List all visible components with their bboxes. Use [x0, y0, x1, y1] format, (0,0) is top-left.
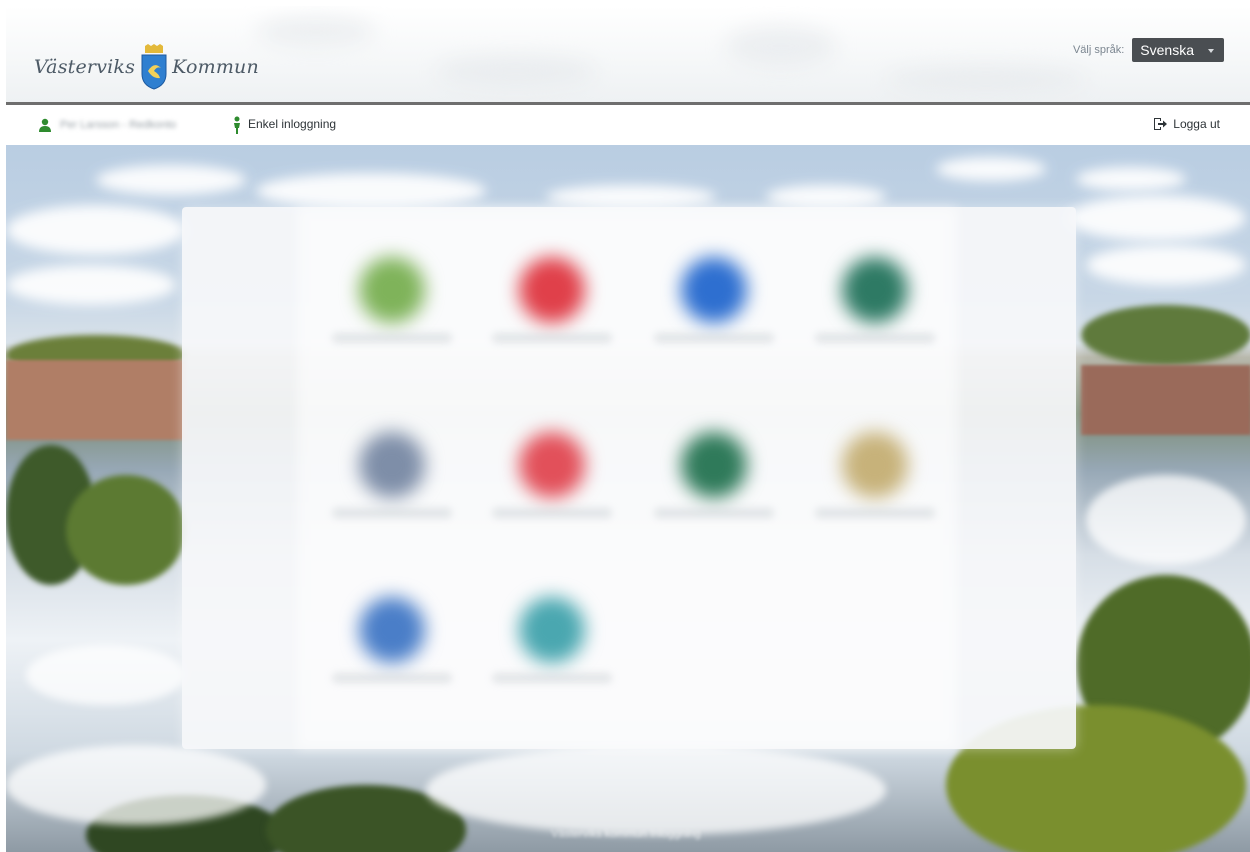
app-icon: [681, 432, 747, 498]
app-icon: [842, 432, 908, 498]
app-icon: [359, 597, 425, 663]
app-tile[interactable]: [322, 412, 462, 532]
app-icon: [842, 257, 908, 323]
user-name: Per Larsson - Redkonto: [60, 119, 177, 131]
app-label: [815, 333, 935, 343]
app-label: [332, 333, 452, 343]
app-tile[interactable]: [805, 237, 945, 357]
user-icon: [39, 118, 51, 132]
app-label: [492, 673, 612, 683]
logout-button[interactable]: Logga ut: [1153, 117, 1220, 131]
app-icon: [359, 432, 425, 498]
app-label: [332, 673, 452, 683]
app-tile[interactable]: [482, 237, 622, 357]
app-tile[interactable]: [644, 412, 784, 532]
app-icon: [519, 597, 585, 663]
app-launcher-panel: [182, 207, 1076, 749]
language-picker: Välj språk: Svenska: [1073, 38, 1224, 62]
logo-text-right: Kommun: [172, 56, 259, 78]
app-tile[interactable]: [322, 237, 462, 357]
logo-text-left: Västerviks: [34, 56, 136, 78]
user-bar: Per Larsson - Redkonto Enkel inloggning …: [6, 105, 1250, 145]
app-label: [654, 333, 774, 343]
logout-icon: [1154, 118, 1168, 130]
sso-link[interactable]: Enkel inloggning: [248, 117, 336, 131]
language-select[interactable]: Svenska: [1132, 38, 1224, 62]
app-icon: [359, 257, 425, 323]
chevron-down-icon: [1208, 49, 1214, 53]
app-label: [332, 508, 452, 518]
coat-of-arms-icon: [141, 44, 167, 90]
app-tile[interactable]: [644, 237, 784, 357]
app-label: [815, 508, 935, 518]
app-tile[interactable]: [482, 577, 622, 697]
browser-frame: Västerviks Kommun Välj språk: Svenska Pe…: [6, 6, 1250, 852]
app-icon: [681, 257, 747, 323]
sso-icon: [234, 116, 240, 134]
app-label: [654, 508, 774, 518]
app-icon: [519, 257, 585, 323]
app-tile[interactable]: [322, 577, 462, 697]
language-select-value: Svenska: [1140, 42, 1194, 58]
footer-text: Västerviks kommun Inloggning: [551, 828, 701, 840]
logout-label: Logga ut: [1173, 117, 1220, 131]
header: Västerviks Kommun Välj språk: Svenska: [6, 6, 1250, 102]
app-tile[interactable]: [805, 412, 945, 532]
app-label: [492, 508, 612, 518]
app-tile[interactable]: [482, 412, 622, 532]
kommun-logo[interactable]: Västerviks Kommun: [34, 42, 259, 92]
language-label: Välj språk:: [1072, 44, 1125, 56]
app-grid: [182, 207, 1076, 749]
app-icon: [519, 432, 585, 498]
app-label: [492, 333, 612, 343]
